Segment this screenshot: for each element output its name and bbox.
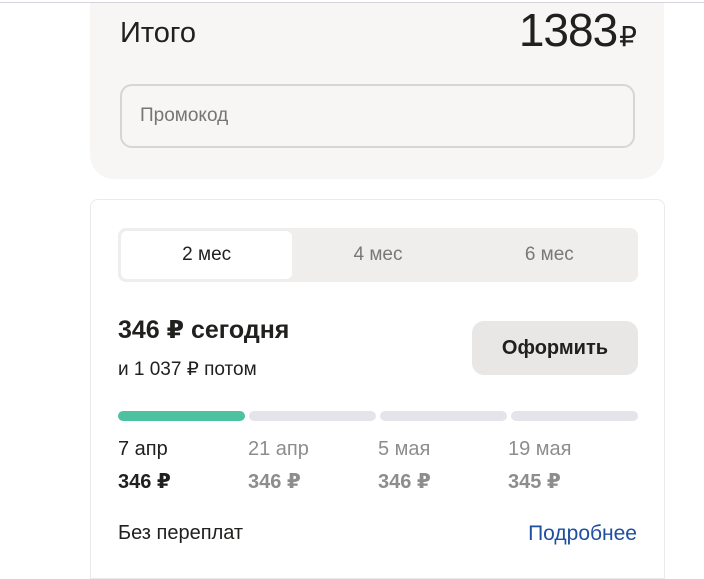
- promo-code-input[interactable]: [120, 84, 635, 148]
- progress-segment: [511, 411, 638, 421]
- no-overpay-label: Без переплат: [118, 522, 244, 544]
- payment-amount: 346 ₽: [378, 471, 431, 493]
- payment-date: 7 апр: [118, 438, 168, 460]
- split-payment-card: 2 мес 4 мес 6 мес 346 ₽ сегодня и 1 037 …: [90, 199, 665, 579]
- payment-date: 21 апр: [248, 438, 309, 460]
- tab-6-months[interactable]: 6 мес: [464, 231, 635, 279]
- payment-item: 21 апр 346 ₽: [248, 438, 378, 494]
- tab-2-months[interactable]: 2 мес: [121, 231, 293, 279]
- payment-item: 7 апр 346 ₽: [118, 438, 248, 494]
- progress-segment: [249, 411, 376, 421]
- total-amount: 1383: [518, 4, 618, 56]
- payment-amount: 346 ₽: [118, 471, 171, 493]
- total-value: 1383₽: [518, 3, 637, 57]
- payment-date: 19 мая: [508, 438, 572, 460]
- currency-symbol: ₽: [619, 21, 637, 52]
- period-tabs: 2 мес 4 мес 6 мес: [118, 228, 638, 282]
- pay-later: и 1 037 ₽ потом: [118, 359, 257, 380]
- progress-segment: [380, 411, 507, 421]
- more-details-link[interactable]: Подробнее: [528, 522, 637, 546]
- total-label: Итого: [120, 17, 196, 49]
- pay-today: 346 ₽ сегодня: [118, 316, 290, 344]
- payment-item: 5 мая 346 ₽: [378, 438, 508, 494]
- tab-4-months[interactable]: 4 мес: [292, 231, 463, 279]
- checkout-button[interactable]: Оформить: [472, 321, 638, 375]
- total-card: Итого 1383₽: [90, 3, 664, 179]
- payment-item: 19 мая 345 ₽: [508, 438, 638, 494]
- payment-amount: 345 ₽: [508, 471, 561, 493]
- payment-date: 5 мая: [378, 438, 431, 460]
- payment-schedule: 7 апр 346 ₽ 21 апр 346 ₽ 5 мая 346 ₽ 19 мая…: [118, 438, 638, 494]
- payment-amount: 346 ₽: [248, 471, 301, 493]
- progress-segment: [118, 411, 245, 421]
- payment-progress: [118, 411, 638, 421]
